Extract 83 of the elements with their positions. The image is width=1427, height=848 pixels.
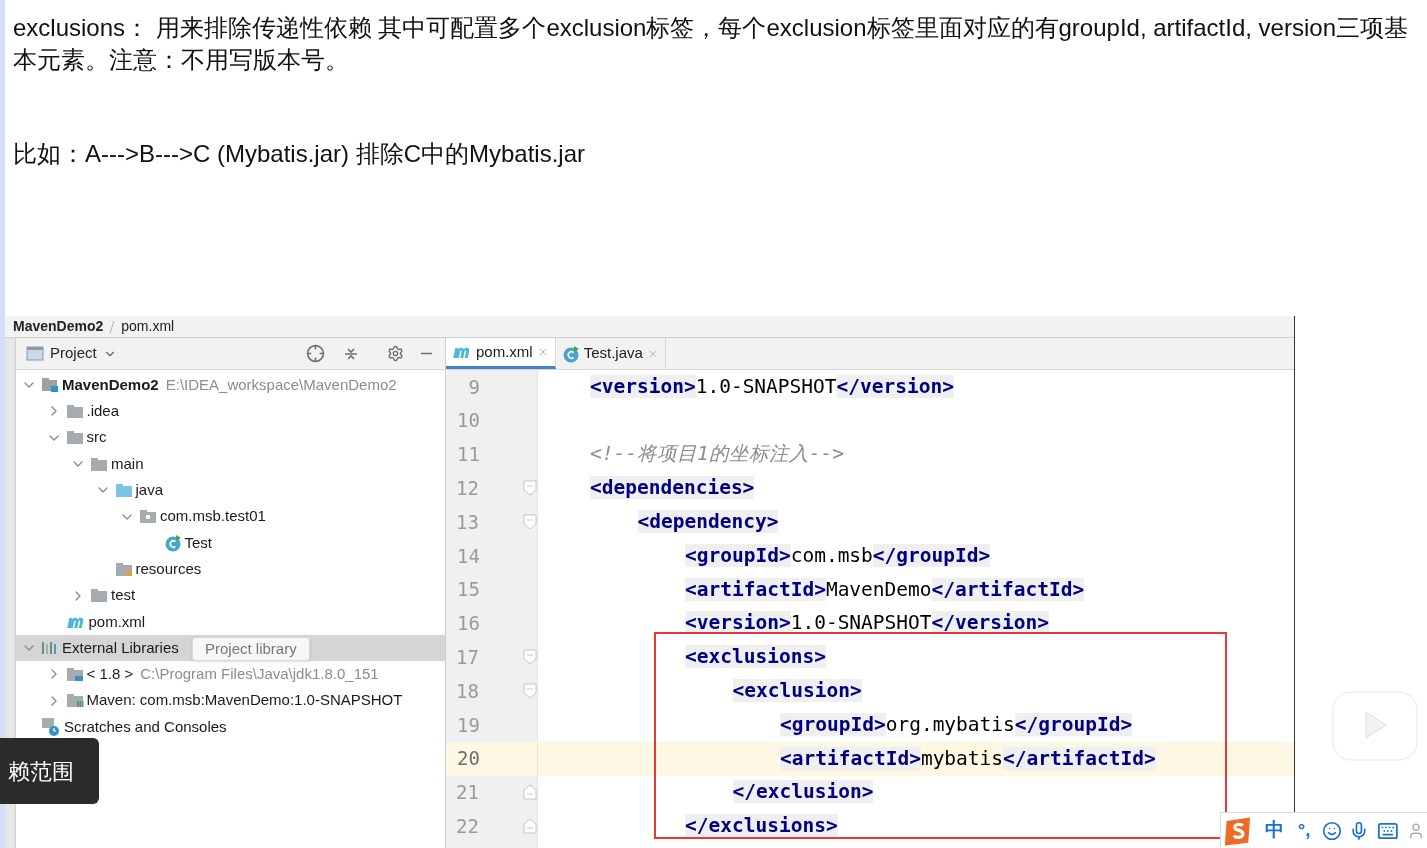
class-icon: [163, 533, 182, 552]
line-number: 18: [455, 678, 479, 704]
line-number: 11: [456, 442, 480, 468]
settings-icon[interactable]: [387, 345, 404, 362]
note-text: exclusions： 用来排除传递性依赖 其中可配置多个exclusion标签，每个exclusion标签里面对应的有groupId, artifactId, version三项基本元素。注意：不用写版本号。: [13, 13, 1409, 75]
line-number: 16: [456, 611, 480, 637]
tree-label: < 1.8 >: [86, 664, 134, 685]
line-number: 21: [455, 780, 479, 806]
tree-row[interactable]: java: [16, 477, 445, 504]
tree-label: main: [111, 453, 144, 474]
tree-row[interactable]: Maven: com.msb:MavenDemo:1.0-SNAPSHOT: [16, 687, 445, 714]
tree-label: MavenDemo2: [62, 374, 159, 395]
tree-label: .idea: [86, 401, 120, 422]
folder-icon: [65, 666, 84, 682]
line-number: 22: [455, 814, 479, 839]
editor-tab[interactable]: Test.java: [555, 338, 666, 369]
maven-icon: [452, 345, 472, 359]
caption-text: 赖范围: [0, 738, 99, 804]
tree-label: com.msb.test01: [160, 506, 266, 527]
code-line: <!--将项目1的坐标注入-->: [590, 441, 844, 468]
tree-label: java: [135, 480, 164, 501]
code-line: <artifactId>mybatis</artifactId>: [780, 745, 1156, 772]
folder-icon: [114, 482, 133, 498]
folder-icon: [90, 588, 108, 603]
breadcrumb-item[interactable]: MavenDemo2: [13, 316, 104, 337]
collapse-icon[interactable]: [343, 345, 359, 362]
class-icon: [561, 344, 580, 363]
tooltip: Project library: [192, 636, 310, 661]
tree-label: External Libraries: [62, 637, 179, 658]
tree-label: src: [86, 427, 107, 448]
code-line: <groupId>com.msb</groupId>: [685, 542, 991, 569]
libraries-icon: [41, 641, 59, 656]
tree-label: resources: [135, 558, 202, 579]
folder-icon: [139, 509, 157, 525]
folder-icon: [90, 456, 108, 472]
tree-row[interactable]: Scratches and Consoles: [16, 713, 445, 741]
folder-icon: [65, 403, 84, 419]
line-number: 15: [456, 577, 480, 603]
tree-row[interactable]: < 1.8 > C:\Program Files\Java\jdk1.8.0_151: [16, 661, 445, 688]
path-hint: E:\IDEA_workspace\MavenDemo2: [165, 374, 397, 395]
line-number: 14: [456, 543, 480, 569]
module-folder-icon: [41, 377, 59, 394]
tree-row[interactable]: com.msb.test01: [16, 503, 445, 530]
line-number: 20: [456, 746, 480, 772]
line-number: 12: [455, 476, 479, 502]
line-number: 13: [455, 509, 479, 535]
code-line: <groupId>org.mybatis</groupId>: [780, 711, 1133, 738]
tree-row[interactable]: External Libraries Project library: [16, 634, 445, 662]
tree-row[interactable]: src: [16, 424, 445, 451]
tree-row[interactable]: main: [16, 450, 445, 478]
tree-label: Maven: com.msb:MavenDemo:1.0-SNAPSHOT: [86, 690, 403, 711]
tree-label: Test: [184, 532, 212, 553]
ime-label[interactable]: °,: [1294, 816, 1314, 845]
tree-row[interactable]: resources: [16, 556, 445, 583]
folder-icon: [65, 693, 84, 709]
tree-row[interactable]: test: [16, 582, 445, 609]
tree-row[interactable]: Test: [16, 529, 445, 557]
tree-row[interactable]: .idea: [16, 398, 445, 425]
note-text: 比如：A--->B--->C (Mybatis.jar) 排除C中的Mybatis.jar: [13, 139, 587, 169]
separator-icon: [109, 319, 116, 334]
panel-icon: [26, 346, 44, 361]
line-number: 9: [467, 374, 480, 400]
folder-icon: [114, 561, 133, 577]
breadcrumb-item[interactable]: pom.xml: [121, 316, 175, 337]
tree-row[interactable]: MavenDemo2 E:\IDEA_workspace\MavenDemo2: [16, 372, 445, 399]
tree-label: Scratches and Consoles: [64, 716, 227, 737]
emoji-icon[interactable]: [1321, 819, 1342, 842]
tree-label: test: [111, 585, 136, 606]
panel-title[interactable]: Project: [50, 342, 97, 365]
line-number: 10: [456, 408, 480, 434]
code-line: <artifactId>MavenDemo</artifactId>: [685, 576, 1085, 603]
folder-icon: [65, 430, 84, 446]
tree-row[interactable]: pom.xml: [16, 608, 445, 635]
path-hint: C:\Program Files\Java\jdk1.8.0_151: [140, 664, 379, 685]
editor-tab[interactable]: pom.xml: [446, 338, 556, 369]
tree-label: pom.xml: [88, 611, 146, 632]
locate-icon[interactable]: [306, 344, 325, 363]
line-number: 17: [455, 645, 479, 670]
line-number: 19: [456, 712, 480, 738]
code-line: <version>1.0-SNAPSHOT</version>: [590, 373, 954, 400]
ime-label[interactable]: 中: [1261, 816, 1287, 845]
scratches-icon: [41, 717, 61, 737]
code-line: <version>1.0-SNAPSHOT</version>: [685, 610, 1049, 637]
